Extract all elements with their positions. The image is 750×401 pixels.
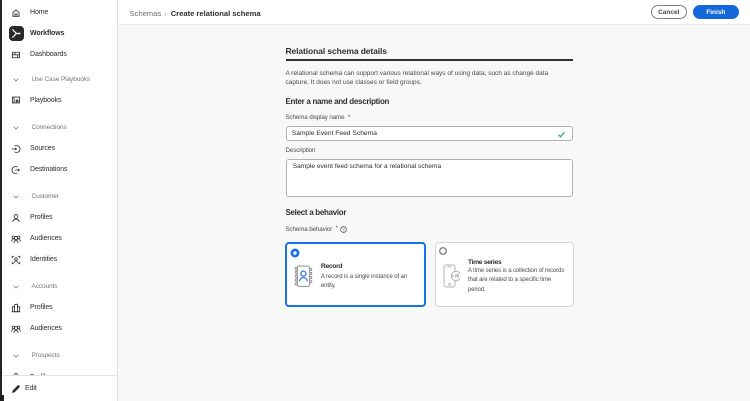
svg-text:?: ? [343, 227, 346, 233]
